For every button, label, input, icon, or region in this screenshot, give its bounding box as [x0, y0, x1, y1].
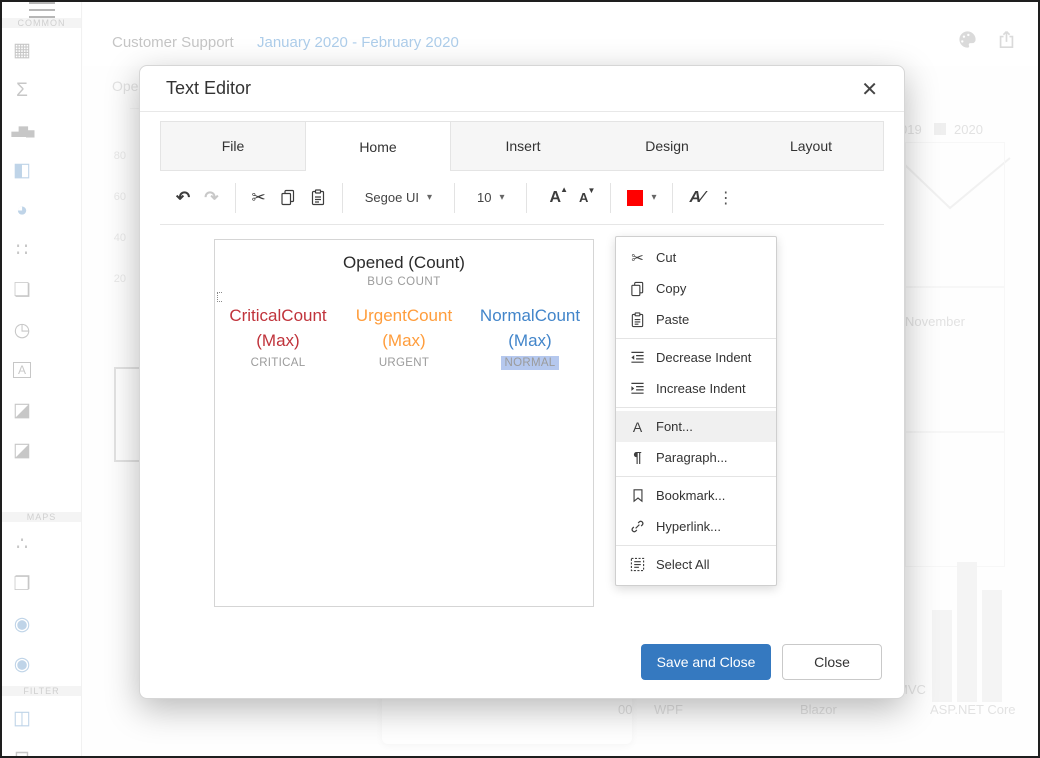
cut-icon: ✂	[629, 249, 646, 267]
dialog-title: Text Editor	[166, 78, 251, 99]
normal-field: NormalCount	[467, 304, 593, 329]
normal-caption-selected: NORMAL	[501, 356, 558, 370]
tab-layout[interactable]: Layout	[739, 122, 883, 170]
undo-icon[interactable]: ↶	[176, 189, 190, 206]
menu-item-paragraph[interactable]: ¶ Paragraph...	[616, 442, 776, 473]
text-editor-dialog: Text Editor ✕ File Home Insert Design La…	[139, 65, 905, 699]
menu-item-font[interactable]: A Font...	[616, 411, 776, 442]
menu-item-decrease-indent[interactable]: Decrease Indent	[616, 342, 776, 373]
menu-item-bookmark[interactable]: Bookmark...	[616, 480, 776, 511]
bookmark-icon	[629, 488, 646, 503]
ribbon-tabs: File Home Insert Design Layout	[160, 121, 884, 171]
paste-icon	[629, 312, 646, 328]
redo-icon[interactable]: ↷	[204, 189, 218, 206]
hyperlink-icon	[629, 519, 646, 534]
critical-field: CriticalCount	[215, 304, 341, 329]
font-color-picker[interactable]: ▾	[627, 190, 656, 206]
decrease-indent-icon	[629, 350, 646, 365]
menu-item-cut[interactable]: ✂ Cut	[616, 242, 776, 273]
text-cursor-handle	[217, 292, 222, 302]
close-icon[interactable]: ✕	[857, 76, 882, 104]
shrink-font-icon[interactable]: A▼	[579, 190, 588, 205]
increase-indent-icon	[629, 381, 646, 396]
select-all-icon	[629, 557, 646, 572]
paste-icon[interactable]	[310, 189, 326, 206]
tab-home[interactable]: Home	[305, 121, 451, 171]
close-button[interactable]: Close	[782, 644, 882, 680]
urgent-caption: URGENT	[376, 356, 432, 370]
urgent-column: UrgentCount (Max) URGENT	[341, 304, 467, 371]
dialog-header: Text Editor ✕	[140, 66, 904, 112]
save-and-close-button[interactable]: Save and Close	[641, 644, 771, 680]
more-options-icon[interactable]: ⋮	[718, 188, 734, 208]
critical-caption: CRITICAL	[248, 356, 309, 370]
menu-item-increase-indent[interactable]: Increase Indent	[616, 373, 776, 404]
font-customization-icon[interactable]: A⁄	[689, 189, 703, 207]
editor-subtitle: BUG COUNT	[215, 276, 593, 288]
tab-insert[interactable]: Insert	[451, 122, 595, 170]
font-size-select[interactable]: 10 ▾	[471, 186, 511, 209]
chevron-down-icon: ▾	[427, 192, 432, 203]
font-name-select[interactable]: Segoe UI ▾	[359, 186, 438, 209]
critical-column: CriticalCount (Max) CRITICAL	[215, 304, 341, 371]
dialog-content: Opened (Count) BUG COUNT CriticalCount (…	[160, 225, 884, 642]
menu-item-copy[interactable]: Copy	[616, 273, 776, 304]
menu-item-select-all[interactable]: Select All	[616, 549, 776, 580]
urgent-aggregation: (Max)	[341, 329, 467, 354]
chevron-down-icon: ▾	[651, 192, 656, 203]
context-menu: ✂ Cut Copy Paste	[615, 236, 777, 586]
tab-design[interactable]: Design	[595, 122, 739, 170]
urgent-field: UrgentCount	[341, 304, 467, 329]
menu-item-paste[interactable]: Paste	[616, 304, 776, 335]
cut-icon[interactable]: ✂	[252, 189, 266, 206]
critical-aggregation: (Max)	[215, 329, 341, 354]
grow-font-icon[interactable]: A▲	[549, 189, 561, 207]
font-color-swatch	[627, 190, 643, 206]
menu-item-hyperlink[interactable]: Hyperlink...	[616, 511, 776, 542]
ribbon-toolbar: ↶ ↷ ✂ Segoe UI ▾ 10 ▾ A▲ A▼	[160, 171, 884, 225]
chevron-down-icon: ▾	[499, 192, 504, 203]
normal-aggregation: (Max)	[467, 329, 593, 354]
editor-columns: CriticalCount (Max) CRITICAL UrgentCount…	[215, 304, 593, 371]
copy-icon[interactable]	[280, 189, 296, 206]
dialog-footer: Save and Close Close	[641, 644, 882, 680]
paragraph-icon: ¶	[629, 449, 646, 466]
editor-title: Opened (Count)	[215, 253, 593, 273]
copy-icon	[629, 281, 646, 297]
app-window: COMMON ▦ Σ ▃▆▄ ◧ ◕ ∷ ❏ ◷ A ◪ ◪ MAPS ∴ ❐ …	[0, 0, 1040, 758]
normal-column: NormalCount (Max) NORMAL	[467, 304, 593, 371]
tab-file[interactable]: File	[161, 122, 305, 170]
font-icon: A	[629, 419, 646, 435]
rich-text-editor[interactable]: Opened (Count) BUG COUNT CriticalCount (…	[214, 239, 594, 607]
